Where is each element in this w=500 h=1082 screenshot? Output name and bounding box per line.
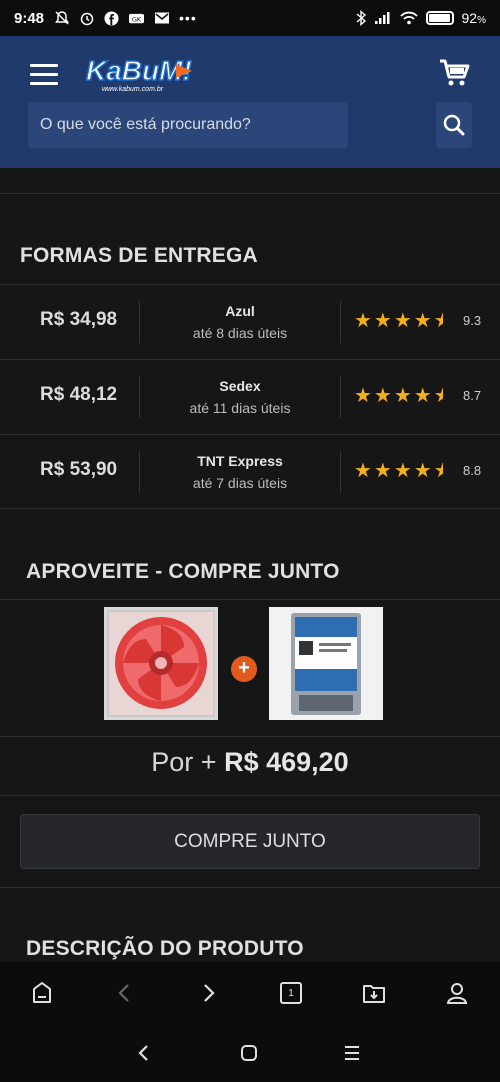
nav-back-icon[interactable] — [131, 1040, 157, 1066]
system-nav-bar — [0, 1024, 500, 1082]
shipping-price: R$ 34,98 — [40, 309, 118, 330]
forward-icon[interactable] — [193, 978, 223, 1008]
battery-level: 92% — [461, 10, 486, 26]
home-icon[interactable] — [27, 978, 57, 1008]
profile-icon[interactable] — [442, 978, 472, 1008]
gmail-icon — [155, 12, 170, 24]
nav-recents-icon[interactable] — [339, 1040, 365, 1066]
combo-price-amount: R$ 469,20 — [224, 747, 349, 777]
silent-icon — [55, 11, 70, 25]
shipping-eta: até 11 dias úteis — [189, 400, 291, 416]
product-image-fan[interactable] — [104, 607, 218, 720]
site-header: KaBuM! www.kabum.com.br O que você está … — [0, 36, 500, 168]
divider — [0, 795, 500, 796]
facebook-icon — [104, 10, 119, 26]
compre-junto-button[interactable]: COMPRE JUNTO — [20, 814, 480, 869]
downloads-icon[interactable] — [359, 978, 389, 1008]
rating-value: 8.7 — [463, 388, 482, 403]
shipping-option[interactable]: R$ 48,12 Sedex até 11 dias úteis ★★★★★ 8… — [0, 360, 500, 434]
logo-url: www.kabum.com.br — [102, 86, 164, 93]
divider — [0, 599, 500, 600]
shipping-carrier: TNT Express — [197, 453, 283, 469]
more-icon: ••• — [179, 10, 197, 26]
search-icon — [443, 114, 465, 136]
plus-icon: + — [231, 656, 257, 682]
divider — [0, 887, 500, 888]
shipping-title: FORMAS DE ENTREGA — [20, 244, 258, 267]
combo-price: Por + R$ 469,20 — [0, 747, 500, 778]
back-icon[interactable] — [110, 978, 140, 1008]
rating-value: 9.3 — [463, 313, 482, 328]
nav-home-icon[interactable] — [236, 1040, 262, 1066]
shipping-carrier: Sedex — [219, 378, 261, 394]
status-bar: 9:48 GK ••• 92% — [0, 0, 500, 36]
status-time: 9:48 — [14, 9, 45, 27]
shipping-eta: até 7 dias úteis — [192, 475, 288, 491]
shipping-price: R$ 53,90 — [40, 459, 118, 480]
product-image-hdd[interactable] — [269, 607, 383, 720]
browser-toolbar: 1 — [0, 962, 500, 1024]
shipping-option[interactable]: R$ 34,98 Azul até 8 dias úteis ★★★★★ 9.3 — [0, 285, 500, 359]
shipping-carrier: Azul — [225, 303, 255, 319]
battery-icon — [425, 11, 454, 25]
shipping-eta: até 8 dias úteis — [192, 325, 288, 341]
description-title: DESCRIÇÃO DO PRODUTO — [26, 937, 304, 960]
divider — [0, 193, 500, 194]
search-placeholder: O que você está procurando? — [40, 116, 251, 133]
signal-icon — [374, 12, 390, 24]
svg-text:GK: GK — [132, 15, 142, 23]
rating-stars: ★★★★★ — [354, 460, 443, 482]
cart-icon[interactable] — [438, 58, 470, 88]
rating-value: 8.8 — [463, 463, 482, 478]
system-status: 92% — [356, 10, 486, 26]
tab-count: 1 — [288, 987, 294, 999]
menu-icon[interactable] — [30, 64, 58, 86]
notification-icons: GK ••• — [54, 10, 197, 26]
logo-wordmark: KaBuM! — [86, 55, 192, 86]
kabum-logo[interactable]: KaBuM! www.kabum.com.br — [84, 50, 196, 96]
combo-price-prefix: Por + — [151, 747, 217, 777]
shipping-price: R$ 48,12 — [40, 384, 118, 405]
shipping-option[interactable]: R$ 53,90 TNT Express até 7 dias úteis ★★… — [0, 435, 500, 509]
divider — [0, 736, 500, 737]
alarm-icon — [80, 12, 94, 26]
game-icon: GK — [129, 13, 145, 23]
combo-title: APROVEITE - COMPRE JUNTO — [26, 560, 340, 583]
wifi-icon — [399, 11, 418, 25]
divider — [0, 508, 500, 509]
bluetooth-icon — [356, 10, 366, 26]
search-input[interactable]: O que você está procurando? — [28, 102, 348, 148]
rating-stars: ★★★★★ — [354, 310, 443, 332]
rating-stars: ★★★★★ — [354, 385, 443, 407]
search-button[interactable] — [436, 102, 472, 148]
tabs-icon[interactable]: 1 — [276, 978, 306, 1008]
